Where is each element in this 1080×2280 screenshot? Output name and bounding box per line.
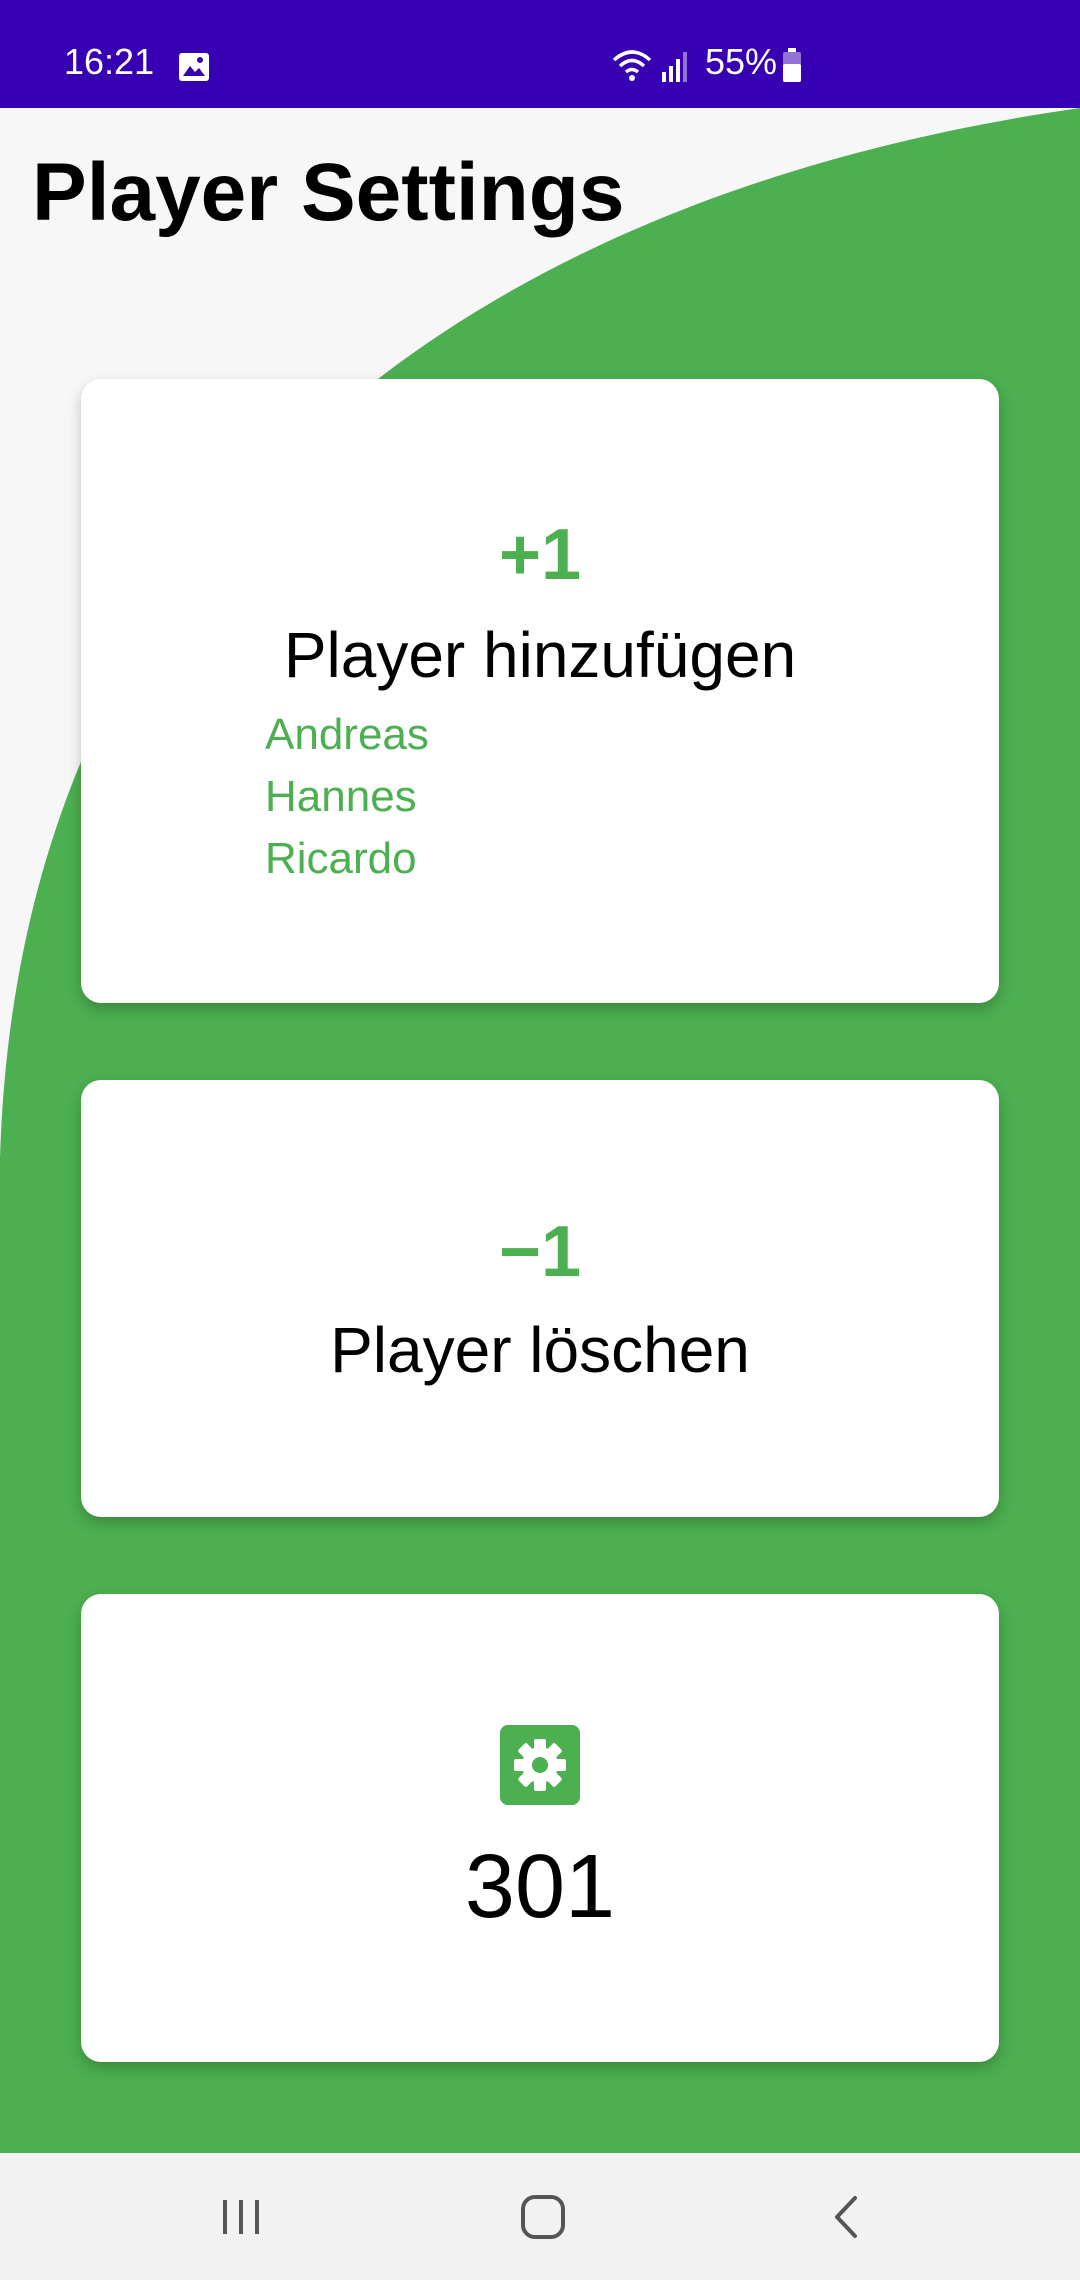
home-icon	[521, 2194, 565, 2239]
navigation-bar	[0, 2153, 1080, 2280]
signal-icon	[662, 52, 687, 82]
back-icon	[835, 2195, 857, 2238]
player-name: Hannes	[265, 772, 417, 821]
player-list: Andreas Hannes Ricardo	[265, 704, 429, 890]
game-mode-card[interactable]: 301	[81, 1594, 999, 2062]
delete-player-card[interactable]: −1 Player löschen	[81, 1080, 999, 1517]
wifi-icon	[612, 50, 652, 81]
player-name: Ricardo	[265, 834, 417, 883]
add-player-card[interactable]: +1 Player hinzufügen Andreas Hannes Rica…	[81, 379, 999, 1003]
recents-button[interactable]	[171, 2153, 311, 2280]
game-mode-value: 301	[464, 1837, 616, 1937]
battery-icon	[783, 48, 801, 82]
status-time: 16:21	[64, 41, 155, 82]
delete-player-label: Player löschen	[330, 1314, 750, 1386]
gallery-icon	[179, 53, 209, 81]
recents-icon	[223, 2199, 259, 2234]
delete-player-symbol: −1	[498, 1212, 582, 1292]
add-player-symbol: +1	[498, 515, 582, 595]
page-title: Player Settings	[32, 147, 625, 238]
add-player-label: Player hinzufügen	[283, 619, 797, 691]
player-name: Andreas	[265, 710, 429, 759]
status-bar: 16:21 55%	[0, 0, 1080, 108]
settings-gear-icon	[500, 1725, 580, 1805]
back-button[interactable]	[776, 2153, 916, 2280]
home-button[interactable]	[473, 2153, 613, 2280]
battery-percentage: 55%	[705, 41, 778, 82]
